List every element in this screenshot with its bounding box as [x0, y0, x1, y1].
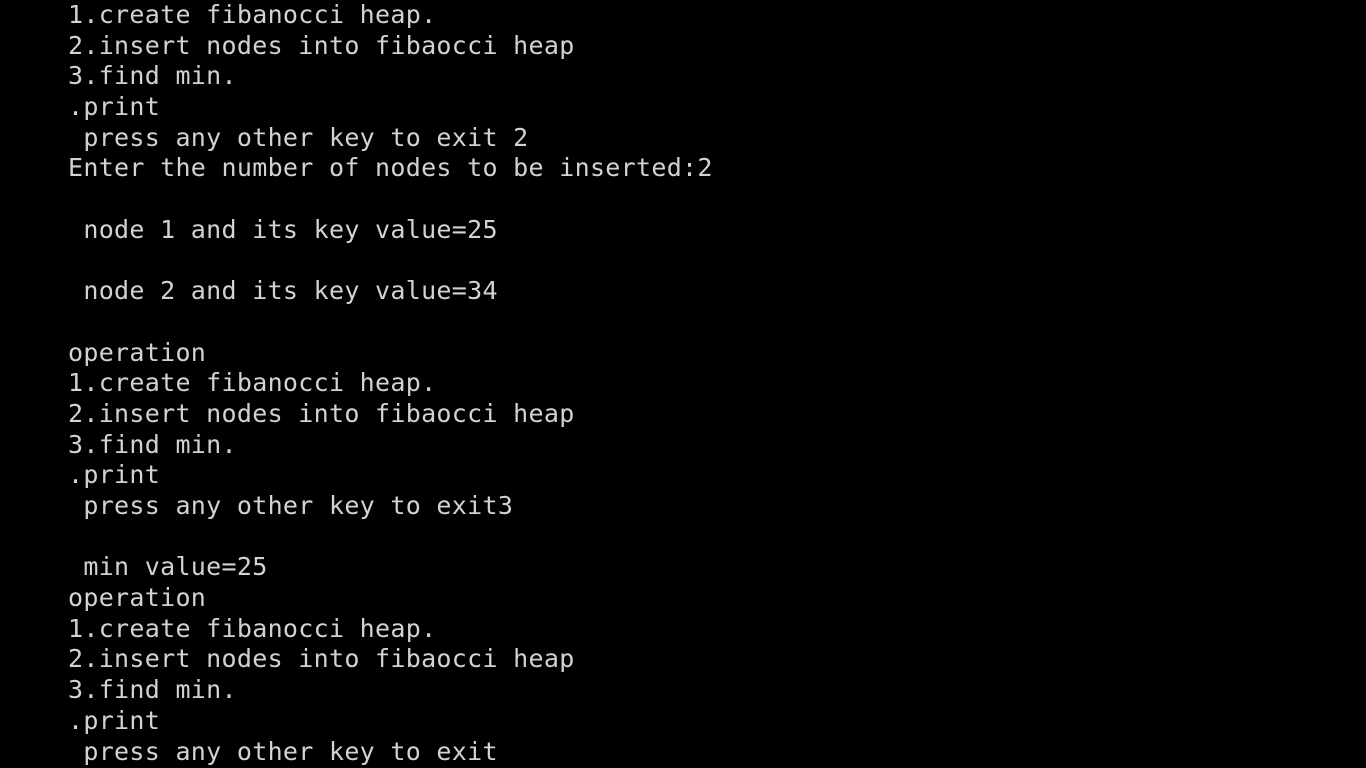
- node-key-input: node 1 and its key value=25: [68, 214, 498, 244]
- menu-option-create: 1.create fibanocci heap.: [68, 368, 437, 398]
- menu-option-create: 1.create fibanocci heap.: [68, 0, 437, 29]
- node-count-prompt: Enter the number of nodes to be inserted…: [68, 153, 713, 183]
- exit-prompt: press any other key to exit 2: [68, 122, 529, 152]
- menu-option-print: .print: [68, 92, 161, 122]
- min-value-output: min value=25: [68, 552, 268, 582]
- menu-option-find-min: 3.find min.: [68, 61, 237, 91]
- menu-option-find-min: 3.find min.: [68, 675, 237, 705]
- terminal-screen[interactable]: 1.create fibanocci heap. 2.insert nodes …: [0, 0, 1366, 768]
- node-key-input: node 2 and its key value=34: [68, 276, 498, 306]
- menu-option-insert: 2.insert nodes into fibaocci heap: [68, 644, 575, 674]
- menu-option-insert: 2.insert nodes into fibaocci heap: [68, 398, 575, 428]
- menu-option-insert: 2.insert nodes into fibaocci heap: [68, 30, 575, 60]
- menu-option-print: .print: [68, 460, 161, 490]
- console-output: 1.create fibanocci heap. 2.insert nodes …: [68, 0, 713, 767]
- menu-option-print: .print: [68, 705, 161, 735]
- operation-heading: operation: [68, 583, 207, 613]
- operation-heading: operation: [68, 337, 207, 367]
- menu-option-create: 1.create fibanocci heap.: [68, 613, 437, 643]
- menu-option-find-min: 3.find min.: [68, 429, 237, 459]
- exit-prompt-active[interactable]: press any other key to exit: [68, 737, 713, 768]
- exit-prompt: press any other key to exit3: [68, 491, 514, 520]
